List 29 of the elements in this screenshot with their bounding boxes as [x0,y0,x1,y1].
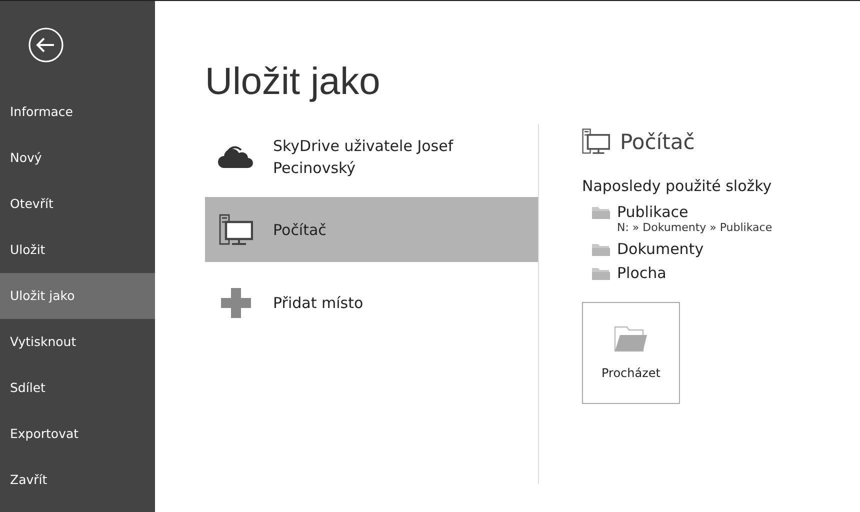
folder-item[interactable]: Plocha [617,264,666,282]
folder-item[interactable]: Publikace [617,203,772,221]
place-item[interactable]: Přidat místo [205,270,538,335]
section-title: Počítač [620,130,695,154]
computer-icon [582,128,610,155]
folder-icon [592,243,610,256]
sidebar-item[interactable]: Exportovat [0,411,155,457]
sidebar-item[interactable]: Sdílet [0,365,155,411]
folder-icon [614,326,648,352]
folder-icon [592,206,610,219]
back-button[interactable] [28,27,64,63]
folder-icon [592,267,610,280]
page-title: Uložit jako [205,61,382,104]
folder-path: N: » Dokumenty » Publikace [617,221,772,234]
sidebar-item[interactable]: Zavřít [0,457,155,503]
computer-icon [219,214,253,246]
section-heading: Naposledy použité složky [582,177,772,195]
folder-item[interactable]: Dokumenty [617,240,704,258]
sidebar-item[interactable]: Otevřít [0,181,155,227]
plus-icon [221,288,251,318]
place-item[interactable]: SkyDrive uživatele Josef Pecinovský [205,124,538,189]
sidebar-item[interactable]: Nový [0,135,155,181]
sidebar-item[interactable]: Uložit jako [0,273,155,319]
cloud-icon [218,144,254,168]
sidebar-item[interactable]: Uložit [0,227,155,273]
sidebar-item[interactable]: Vytisknout [0,319,155,365]
sidebar-item[interactable]: Informace [0,89,155,135]
place-item[interactable]: Počítač [205,197,538,262]
browse-button[interactable]: Procházet [582,302,680,404]
